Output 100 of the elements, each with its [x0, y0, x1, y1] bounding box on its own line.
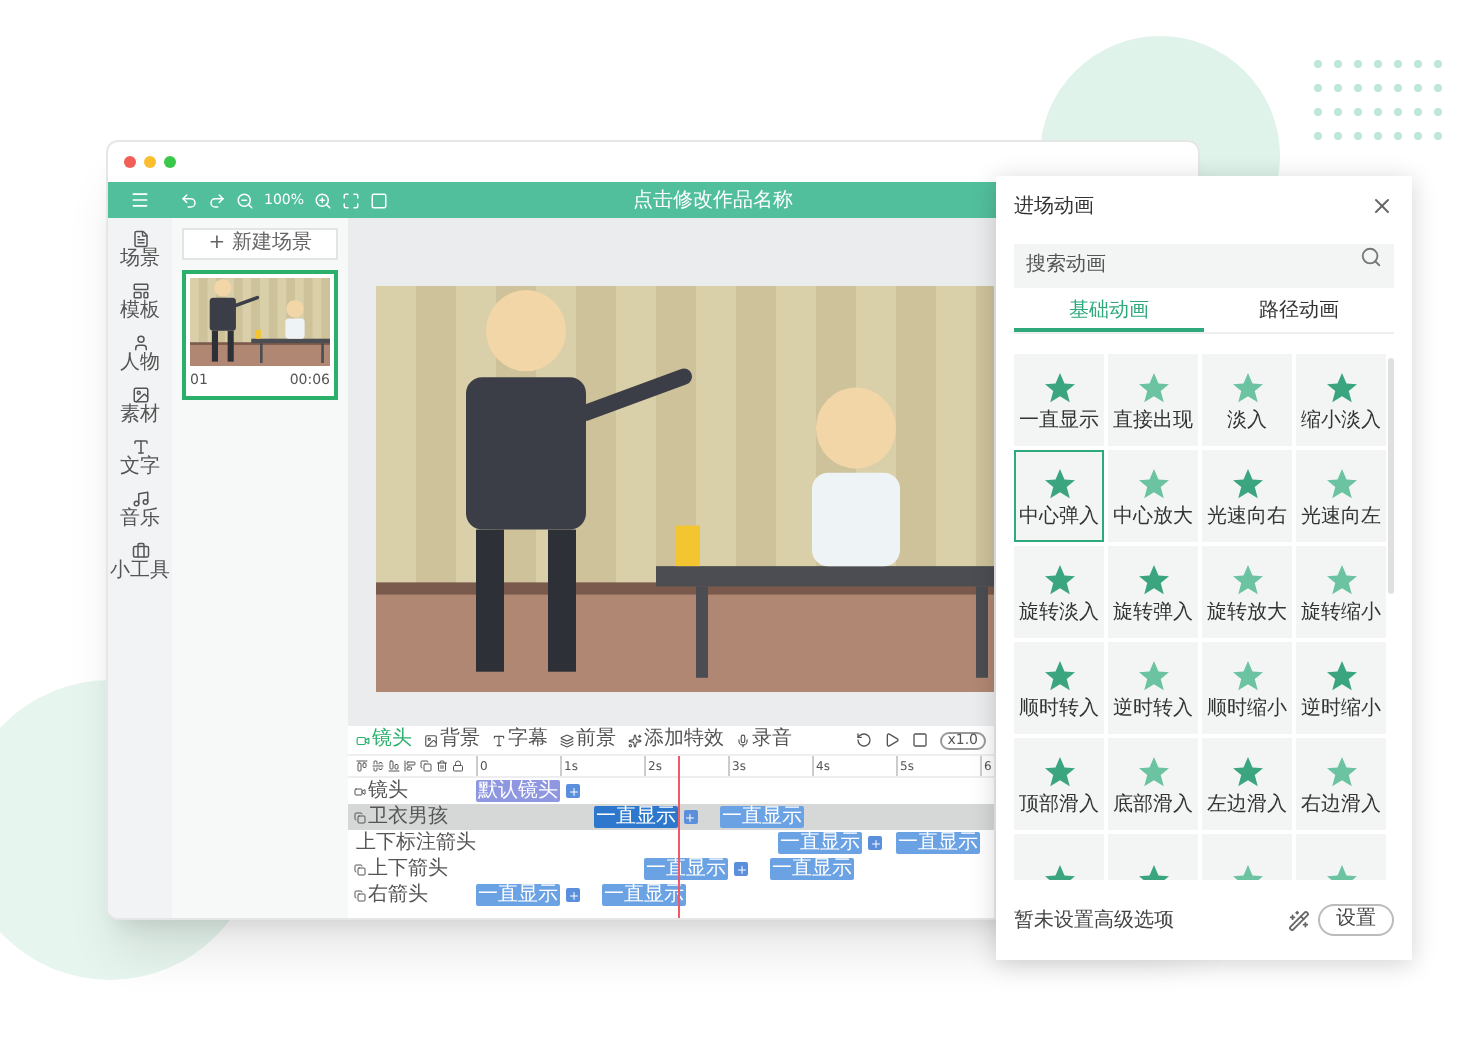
- timeline-clip[interactable]: 一直显示: [593, 806, 678, 828]
- sparkles-icon: [628, 733, 642, 747]
- microphone-icon: [736, 733, 750, 747]
- animation-option[interactable]: 缩小淡入: [1296, 354, 1386, 446]
- search-icon[interactable]: [1360, 246, 1382, 268]
- timeline-tool[interactable]: 字幕: [492, 730, 548, 750]
- animation-option[interactable]: 顺时转入: [1014, 642, 1104, 734]
- new-scene-button[interactable]: + 新建场景: [182, 228, 338, 260]
- animation-option[interactable]: 直接出现: [1108, 354, 1198, 446]
- animation-option[interactable]: 右边滑入: [1296, 738, 1386, 830]
- star-icon: [1323, 657, 1359, 693]
- track-name: 上下箭头: [368, 859, 448, 879]
- layer-icon: [354, 889, 366, 901]
- briefcase-icon: [131, 542, 149, 560]
- close-icon[interactable]: [1370, 194, 1394, 218]
- play-icon[interactable]: [883, 732, 900, 748]
- zoom-out-icon[interactable]: [236, 191, 254, 209]
- star-icon: [1135, 369, 1171, 405]
- animation-option[interactable]: 光速向左: [1296, 450, 1386, 542]
- text-icon: [131, 438, 149, 456]
- track-row[interactable]: 镜头 默认镜头: [348, 778, 994, 804]
- track-name: 右箭头: [368, 885, 428, 905]
- person-icon: [131, 334, 149, 352]
- layer-icon: [354, 863, 366, 875]
- animation-option[interactable]: 旋转放大: [1202, 546, 1292, 638]
- undo-icon[interactable]: [180, 191, 198, 209]
- star-icon: [1135, 561, 1171, 597]
- animation-option[interactable]: 逆时缩小: [1296, 642, 1386, 734]
- add-clip-button[interactable]: [734, 862, 748, 876]
- track-name: 卫衣男孩: [368, 807, 448, 827]
- redo-icon[interactable]: [208, 191, 226, 209]
- sidebar-item[interactable]: 素材: [120, 386, 160, 426]
- music-icon: [131, 490, 149, 508]
- timeline-tool[interactable]: 录音: [736, 730, 792, 750]
- menu-icon[interactable]: [130, 190, 150, 210]
- add-clip-button[interactable]: [868, 836, 883, 850]
- star-icon: [1323, 753, 1359, 789]
- track-name: 镜头: [368, 781, 408, 801]
- add-clip-button[interactable]: [566, 888, 580, 902]
- align-bottom-icon[interactable]: [388, 760, 400, 772]
- star-icon: [1041, 657, 1077, 693]
- text-icon: [492, 733, 506, 747]
- animation-option[interactable]: 顺时缩小: [1202, 642, 1292, 734]
- add-clip-button[interactable]: [566, 784, 580, 798]
- replay-icon[interactable]: [855, 732, 872, 748]
- settings-button[interactable]: 设置: [1318, 904, 1394, 936]
- sidebar-item[interactable]: 模板: [120, 282, 160, 322]
- animation-option[interactable]: 中心弹入: [1014, 450, 1104, 542]
- image-icon: [131, 386, 149, 404]
- star-icon: [1229, 465, 1265, 501]
- star-icon: [1323, 369, 1359, 405]
- sidebar-item[interactable]: 音乐: [120, 490, 160, 530]
- panel-title: 进场动画: [1014, 193, 1094, 221]
- star-icon: [1041, 369, 1077, 405]
- animation-option[interactable]: 旋转淡入: [1014, 546, 1104, 638]
- lock-icon[interactable]: [452, 760, 464, 772]
- timeline-tool[interactable]: 背景: [424, 730, 480, 750]
- animation-option[interactable]: 逆时转入: [1108, 642, 1198, 734]
- align-middle-icon[interactable]: [372, 760, 384, 772]
- animation-option[interactable]: 旋转缩小: [1296, 546, 1386, 638]
- sidebar-item[interactable]: 小工具: [110, 542, 170, 582]
- stop-icon[interactable]: [911, 732, 928, 748]
- timeline-tool[interactable]: 添加特效: [628, 730, 724, 750]
- star-icon: [1229, 657, 1265, 693]
- star-icon: [1041, 561, 1077, 597]
- animation-option[interactable]: 顶部滑入: [1014, 738, 1104, 830]
- zoom-in-icon[interactable]: [314, 191, 333, 209]
- animation-option[interactable]: 中心放大: [1108, 450, 1198, 542]
- layer-icon: [354, 811, 366, 823]
- advanced-options-note: 暂未设置高级选项: [1014, 907, 1174, 935]
- camera-icon: [354, 785, 366, 797]
- tab[interactable]: 路径动画: [1204, 292, 1394, 332]
- track-row[interactable]: 卫衣男孩 一直显示 一直显示: [348, 804, 994, 830]
- plus-icon: [567, 785, 579, 797]
- animation-option[interactable]: 淡入: [1202, 354, 1292, 446]
- plus-icon: [869, 837, 882, 849]
- copy-icon[interactable]: [420, 760, 432, 772]
- animation-option[interactable]: 光速向右: [1202, 450, 1292, 542]
- animation-option[interactable]: 旋转弹入: [1108, 546, 1198, 638]
- video-icon: [356, 733, 370, 747]
- sidebar-item[interactable]: 文字: [120, 438, 160, 478]
- star-icon: [1041, 465, 1077, 501]
- animation-option[interactable]: 底部滑入: [1108, 738, 1198, 830]
- star-icon: [1229, 369, 1265, 405]
- wand-icon: [1288, 909, 1310, 931]
- animation-option[interactable]: 左边滑入: [1202, 738, 1292, 830]
- plus-icon: [684, 811, 697, 823]
- frame-icon[interactable]: [370, 191, 389, 209]
- fullscreen-icon[interactable]: [342, 191, 361, 209]
- delete-icon[interactable]: [436, 760, 448, 772]
- sidebar-item[interactable]: 人物: [120, 334, 160, 374]
- sidebar-item[interactable]: 场景: [120, 230, 160, 270]
- search-field[interactable]: 搜索动画: [1014, 243, 1394, 287]
- align-top-icon[interactable]: [356, 760, 368, 772]
- timeline-tool[interactable]: 前景: [560, 730, 616, 750]
- add-clip-button[interactable]: [683, 810, 698, 824]
- align-left-icon[interactable]: [404, 760, 416, 772]
- animation-option[interactable]: 一直显示: [1014, 354, 1104, 446]
- star-icon: [1323, 561, 1359, 597]
- star-icon: [1229, 753, 1265, 789]
